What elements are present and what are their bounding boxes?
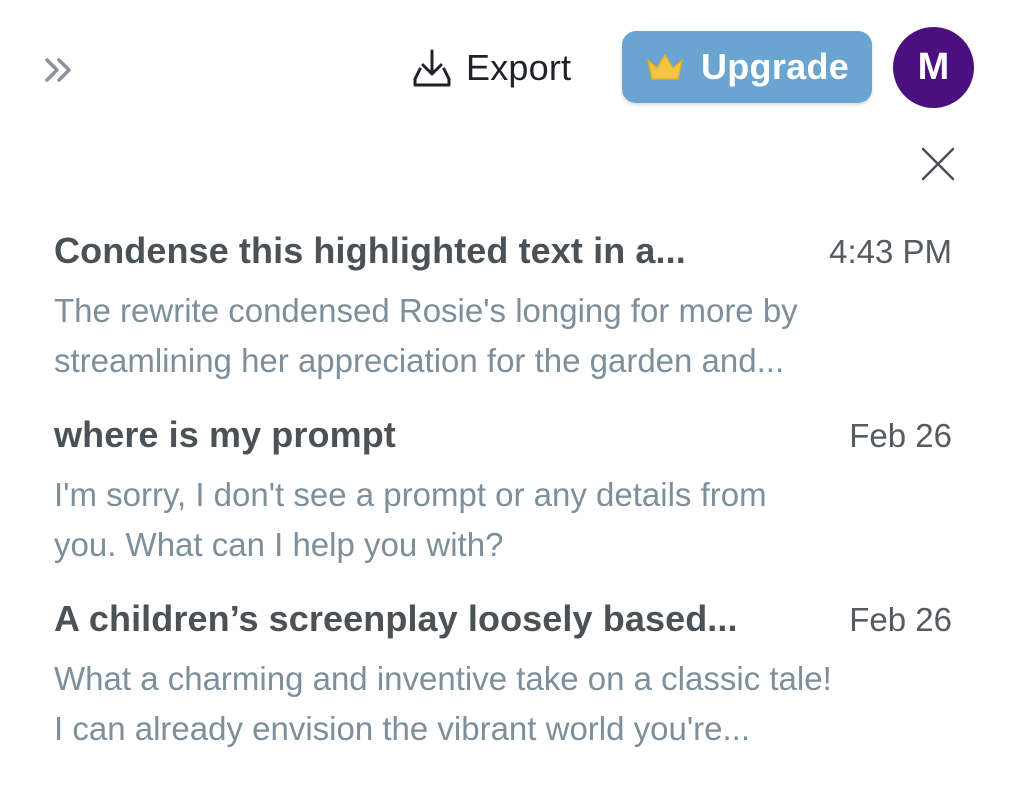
conversation-title: where is my prompt	[54, 414, 396, 455]
close-button[interactable]	[918, 144, 958, 184]
preview-line: I can already envision the vibrant world…	[54, 710, 750, 747]
conversation-preview: The rewrite condensed Rosie's longing fo…	[54, 286, 952, 386]
avatar-initial: M	[917, 46, 950, 88]
conversation-title: A children’s screenplay loosely based...	[54, 598, 738, 639]
conversation-time: Feb 26	[849, 417, 952, 454]
export-label: Export	[466, 47, 572, 88]
preview-line: What a charming and inventive take on a …	[54, 660, 832, 697]
conversation-list: Condense this highlighted text in a... 4…	[54, 230, 952, 782]
conversation-time: Feb 26	[849, 601, 952, 638]
download-tray-icon	[413, 49, 451, 87]
conversation-item[interactable]: where is my prompt Feb 26 I'm sorry, I d…	[54, 414, 952, 598]
crown-icon	[647, 54, 683, 80]
preview-line: The rewrite condensed Rosie's longing fo…	[54, 292, 798, 329]
conversation-preview: What a charming and inventive take on a …	[54, 654, 952, 754]
expand-sidebar-button[interactable]	[34, 48, 84, 92]
conversation-item[interactable]: Condense this highlighted text in a... 4…	[54, 230, 952, 414]
conversation-time: 4:43 PM	[829, 233, 952, 270]
upgrade-label: Upgrade	[700, 46, 850, 87]
export-button[interactable]: Export	[410, 40, 571, 96]
upgrade-button[interactable]: Upgrade	[622, 31, 872, 103]
close-icon	[921, 147, 955, 181]
user-avatar[interactable]: M	[893, 27, 974, 108]
preview-line: I'm sorry, I don't see a prompt or any d…	[54, 476, 767, 513]
conversation-header: where is my prompt Feb 26	[54, 414, 952, 466]
preview-line: streamlining her appreciation for the ga…	[54, 342, 785, 379]
preview-line: you. What can I help you with?	[54, 526, 504, 563]
conversation-header: A children’s screenplay loosely based...…	[54, 598, 952, 650]
conversation-item[interactable]: A children’s screenplay loosely based...…	[54, 598, 952, 782]
conversation-title: Condense this highlighted text in a...	[54, 230, 686, 271]
conversation-header: Condense this highlighted text in a... 4…	[54, 230, 952, 282]
conversation-preview: I'm sorry, I don't see a prompt or any d…	[54, 470, 952, 570]
double-chevron-right-icon	[45, 58, 71, 82]
